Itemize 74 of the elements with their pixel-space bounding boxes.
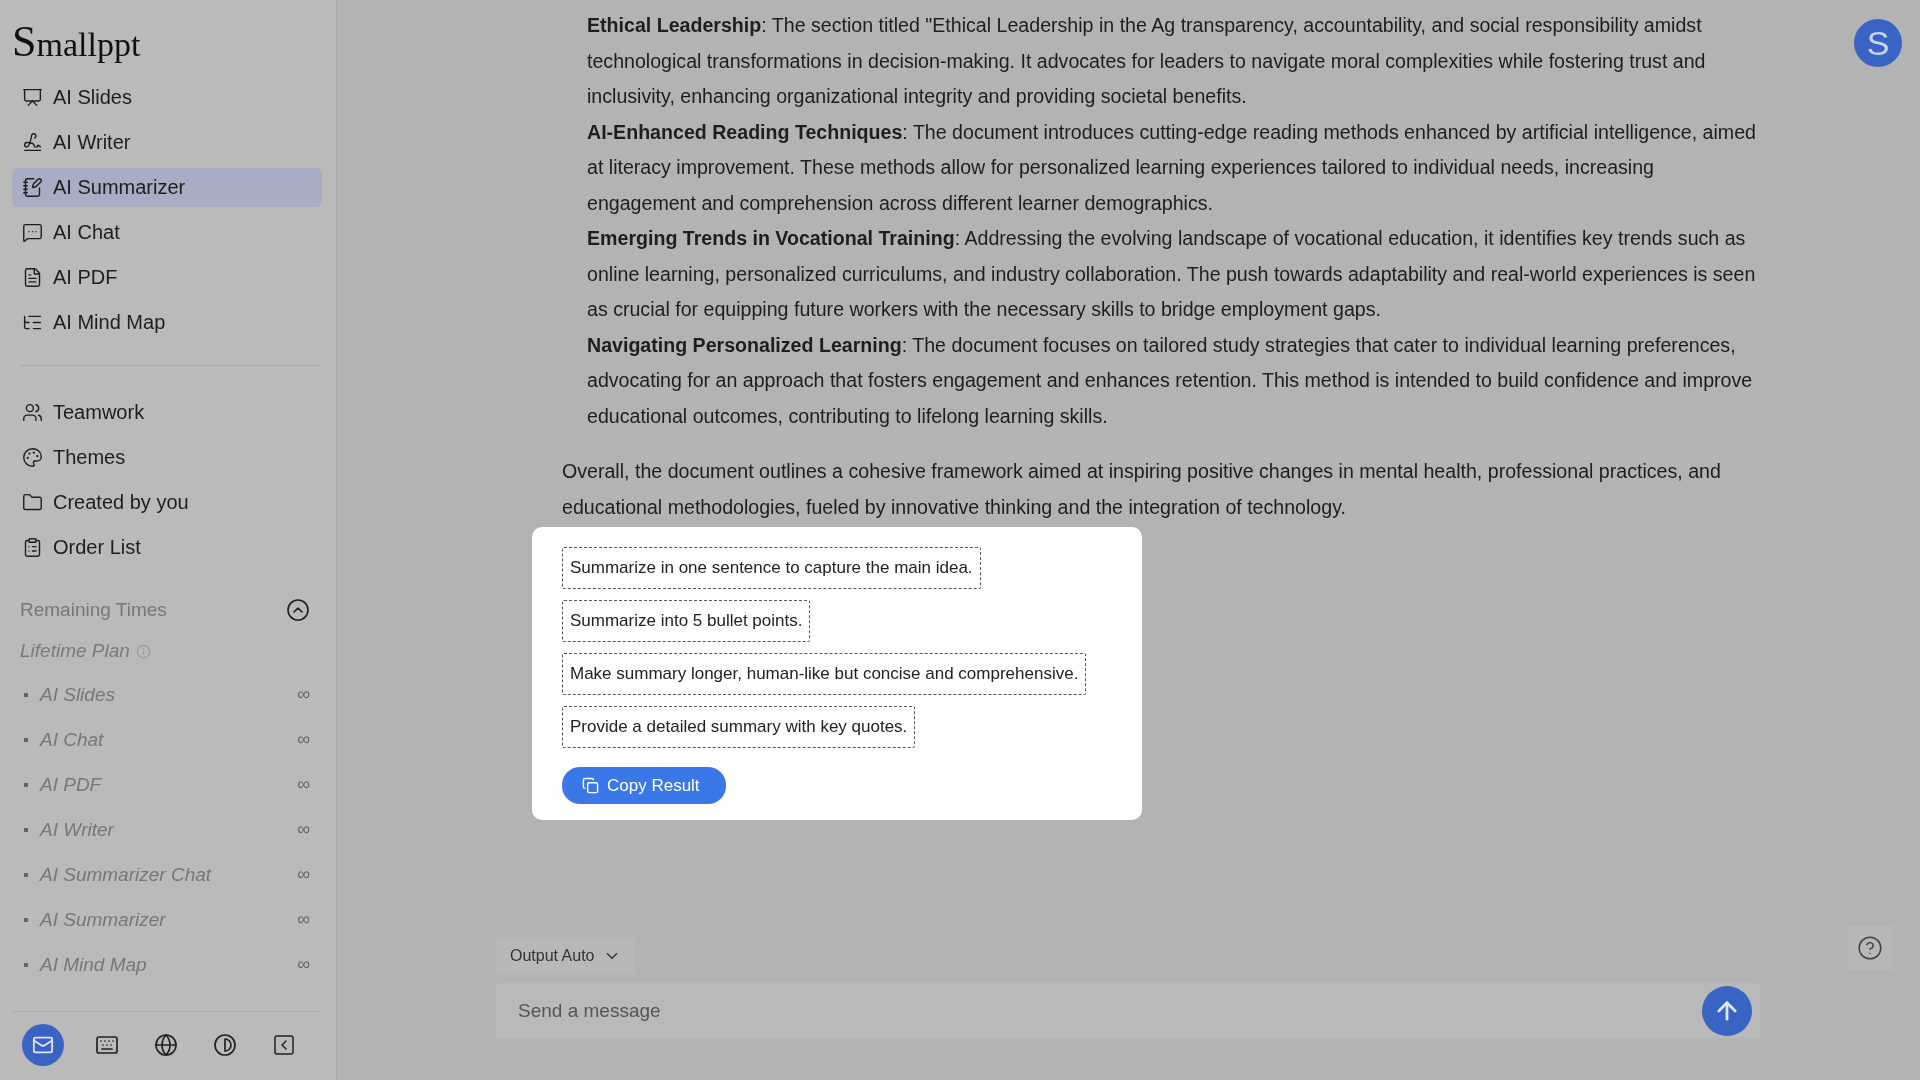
presentation-icon	[22, 87, 43, 108]
bullet-icon	[24, 962, 28, 967]
nav-label: Teamwork	[53, 401, 145, 424]
copy-icon	[582, 777, 599, 794]
nav-item[interactable]: AI Slides	[12, 78, 322, 117]
message-field[interactable]: Send a message	[496, 983, 1760, 1038]
document-icon	[22, 267, 43, 288]
nav-item[interactable]: Order List	[12, 528, 322, 567]
nav-label: Themes	[53, 446, 126, 469]
suggestion-option[interactable]: Summarize in one sentence to capture the main idea.	[562, 547, 981, 589]
quota-label: AI Summarizer	[40, 908, 167, 931]
quota-label: AI PDF	[40, 773, 103, 796]
suggestion-option[interactable]: Summarize into 5 bullet points.	[562, 600, 811, 642]
nav-item[interactable]: AI PDF	[12, 258, 322, 297]
nav-item[interactable]: AI Summarizer	[12, 168, 322, 207]
users-icon	[22, 402, 43, 423]
mail-icon	[32, 1034, 54, 1056]
bullet-icon	[24, 692, 28, 697]
quota-label: AI Slides	[40, 683, 116, 706]
nav-label: AI PDF	[53, 266, 118, 289]
copy-result-button[interactable]: Copy Result	[562, 767, 726, 804]
nav-item[interactable]: AI Writer	[12, 123, 322, 162]
user-avatar[interactable]: S	[1854, 19, 1902, 67]
quota-value: ∞	[297, 729, 310, 750]
summary-point: Navigating Personalized Learning: The document focuses on tailored study strategies that cater to individual learning preferences, advocating for an approach that fosters engagement and enhances retention. This method is intended to build confidence and improve educational outcomes, contributing to lifelong learning skills.	[587, 332, 1754, 429]
clipboard-icon	[22, 537, 43, 558]
logo: Smallppt	[12, 16, 142, 68]
nav-item[interactable]: Teamwork	[12, 393, 322, 432]
quota-label: AI Mind Map	[40, 953, 148, 976]
message-input[interactable]: Send a message	[516, 998, 1702, 1023]
suggestion-option[interactable]: Make summary longer, human-like but concise and comprehensive.	[562, 653, 1087, 695]
pen-icon	[22, 132, 43, 153]
nav-label: Order List	[53, 536, 141, 559]
suggestion-option[interactable]: Provide a detailed summary with key quotes.	[562, 706, 916, 748]
quota-label: AI Writer	[40, 818, 116, 841]
nav-item[interactable]: Created by you	[12, 483, 322, 522]
chat-icon	[22, 222, 43, 243]
nav-label: AI Mind Map	[53, 311, 166, 334]
bullet-icon	[24, 827, 28, 832]
notebook-icon	[22, 177, 43, 198]
palette-icon	[22, 447, 43, 468]
plan-name: Lifetime Plan	[20, 640, 130, 662]
quota-value: ∞	[297, 864, 310, 885]
summary-point: AI-Enhanced Reading Techniques: The document introduces cutting-edge reading methods enhanced by artificial intelligence, aimed at literacy improvement. These methods allow for personalized learning experiences tailored to individual needs, increasing engagement and comprehension across different learner demographics.	[587, 119, 1757, 216]
nav-label: AI Chat	[53, 221, 120, 244]
remaining-times-title: Remaining Times	[20, 599, 167, 621]
quota-value: ∞	[297, 819, 310, 840]
mail-button[interactable]	[22, 1024, 64, 1066]
summary-point: Ethical Leadership: The section titled "Ethical Leadership in the Ag transparency, accountability, and social responsibility amidst technological transformations in decision-making. It advocates for leaders to navigate moral complexities while fostering trust and inclusivity, enhancing organizational integrity and providing societal benefits.	[587, 13, 1707, 109]
nav-label: AI Slides	[53, 86, 132, 109]
help-button[interactable]	[1848, 926, 1892, 970]
bullet-icon	[24, 737, 28, 742]
collapse-icon[interactable]	[286, 598, 310, 622]
quota-value: ∞	[297, 909, 310, 930]
bullet-icon	[24, 872, 28, 877]
send-button[interactable]	[1702, 985, 1752, 1036]
quota-value: ∞	[297, 954, 310, 975]
quota-value: ∞	[297, 774, 310, 795]
nav-label: Created by you	[53, 491, 189, 514]
help-icon	[1857, 935, 1883, 961]
bullet-icon	[24, 917, 28, 922]
nav-label: AI Summarizer	[53, 176, 186, 199]
nav-item[interactable]: AI Chat	[12, 213, 322, 252]
quota-label: AI Summarizer Chat	[40, 863, 213, 886]
folder-icon	[22, 492, 43, 513]
summary-point: Emerging Trends in Vocational Training: Addressing the evolving landscape of vocational education, it identifies key trends such as online learning, personalized curriculums, and industry collaboration. The push towards adaptability and real-world experiences is seen as crucial for equipping future workers with the necessary skills to bridge employment gaps.	[587, 226, 1757, 322]
nav-item[interactable]: AI Mind Map	[12, 303, 322, 342]
quota-label: AI Chat	[40, 728, 105, 751]
nav-label: AI Writer	[53, 131, 131, 154]
nav-item[interactable]: Themes	[12, 438, 322, 477]
output-mode-dropdown[interactable]: Output Auto	[496, 937, 635, 975]
quota-value: ∞	[297, 684, 310, 705]
bullet-icon	[24, 782, 28, 787]
summary-conclusion: Overall, the document outlines a cohesive framework aimed at inspiring positive changes in mental health, professional practices, and educational methodologies, fueled by innovative thinking and the integration of technology.	[562, 459, 1722, 520]
